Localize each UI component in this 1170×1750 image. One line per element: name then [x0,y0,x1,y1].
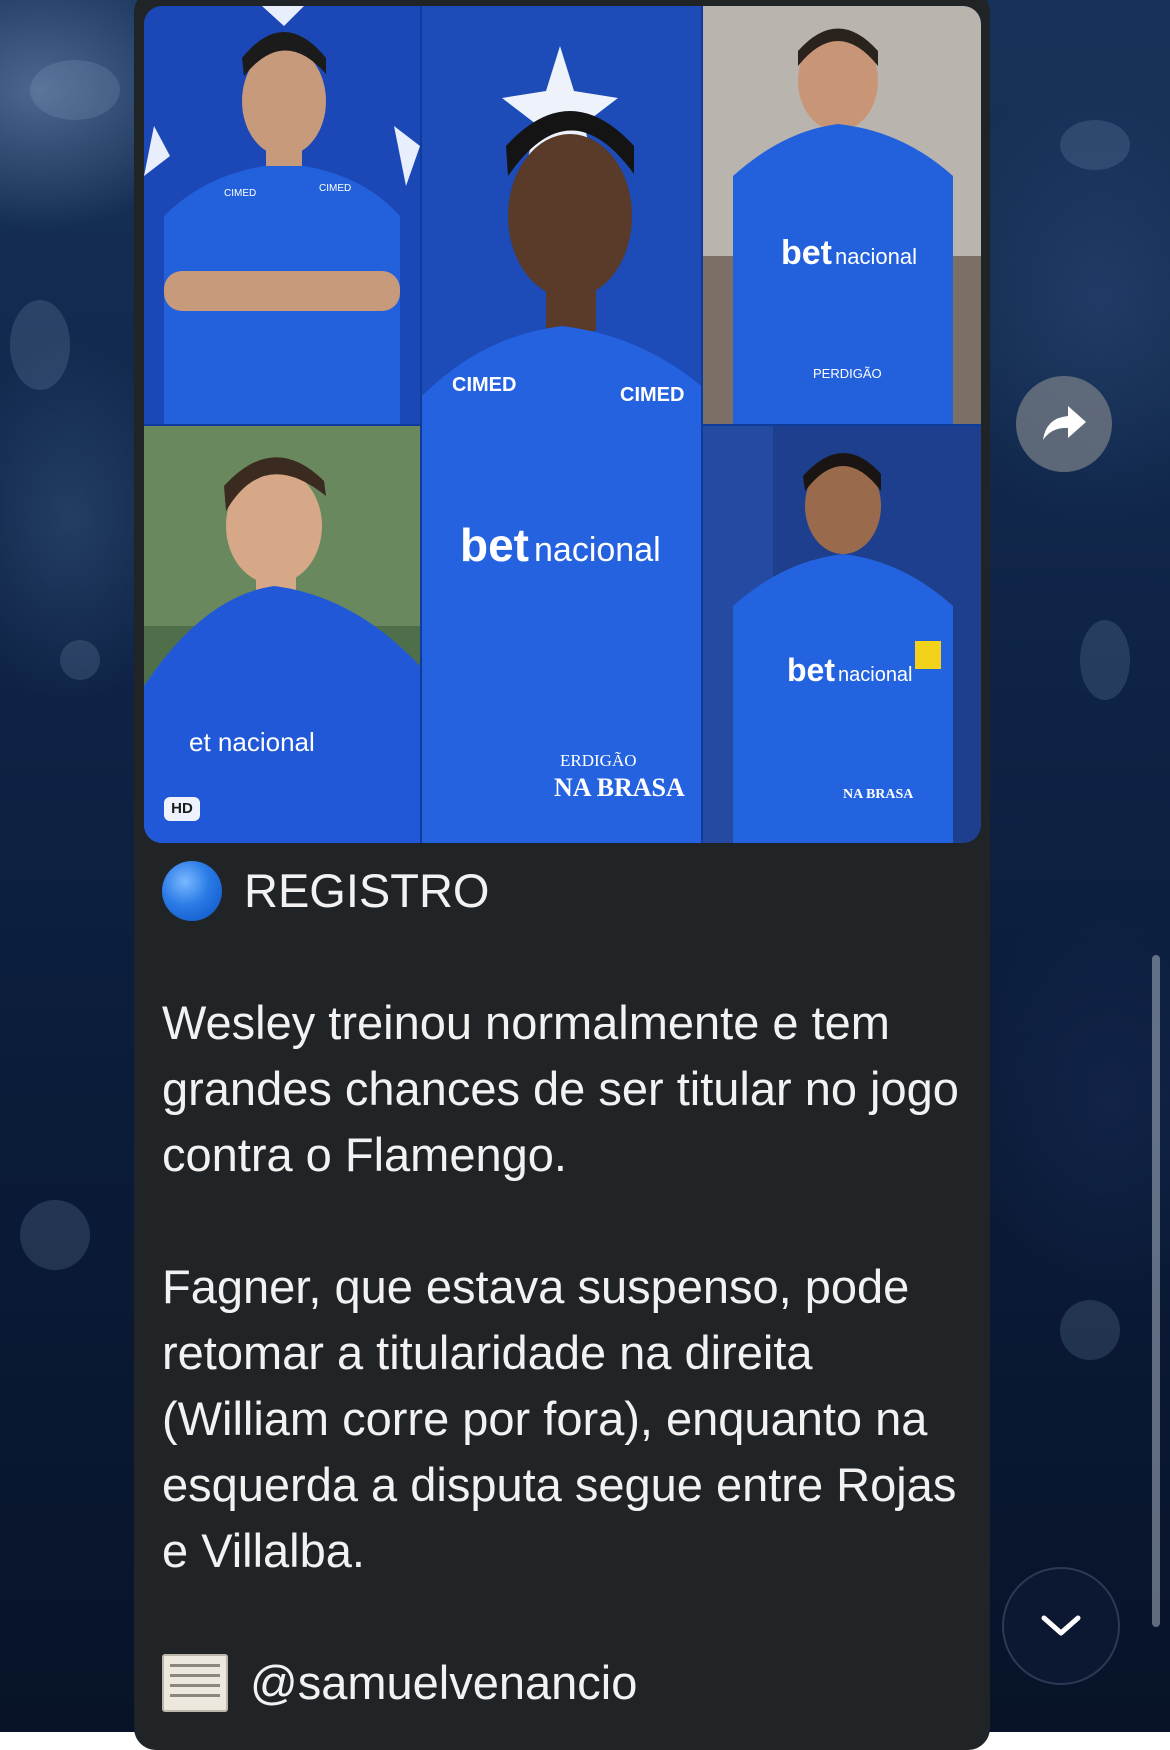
svg-text:NA BRASA: NA BRASA [554,773,685,802]
scroll-to-bottom-button[interactable] [1002,1567,1120,1685]
svg-text:CIMED: CIMED [620,384,684,406]
message-title: REGISTRO [244,864,490,917]
player-photo: bet nacional NA BRASA [703,426,981,843]
source-mention-link[interactable]: @samuelvenancio [250,1650,637,1716]
photo-collage[interactable]: CIMED CIMED et nacional HD CIMED CIMED b… [144,6,981,843]
svg-text:CIMED: CIMED [319,183,351,194]
svg-text:nacional: nacional [835,244,917,269]
scrollbar[interactable] [1152,955,1160,1627]
svg-text:nacional: nacional [534,531,661,569]
player-photo: CIMED CIMED [144,6,420,424]
svg-text:PERDIGÃO: PERDIGÃO [813,366,882,381]
chevron-down-icon [1041,1615,1081,1636]
message-paragraph: Wesley treinou normalmente e tem grandes… [162,996,959,1181]
svg-text:CIMED: CIMED [452,374,516,396]
svg-text:nacional: nacional [838,664,913,686]
player-photo: et nacional HD [144,426,420,843]
svg-text:bet: bet [460,519,529,571]
share-button[interactable] [1016,376,1112,472]
hd-badge: HD [164,797,200,821]
svg-text:bet: bet [781,234,832,272]
share-arrow-icon [1043,406,1086,440]
player-photo: bet nacional PERDIGÃO [703,6,981,424]
newspaper-icon [162,1654,228,1712]
message-text: REGISTRO Wesley treinou normalmente e te… [162,858,972,1716]
message-paragraph: Fagner, que estava suspenso, pode retoma… [162,1260,957,1577]
svg-text:ERDIGÃO: ERDIGÃO [560,751,637,770]
svg-text:CIMED: CIMED [224,188,256,199]
svg-text:et nacional: et nacional [189,727,315,757]
blue-circle-icon [162,861,222,921]
svg-text:bet: bet [787,652,835,688]
svg-text:NA BRASA: NA BRASA [843,787,914,802]
player-photo: CIMED CIMED bet nacional ERDIGÃO NA BRAS… [422,6,701,843]
